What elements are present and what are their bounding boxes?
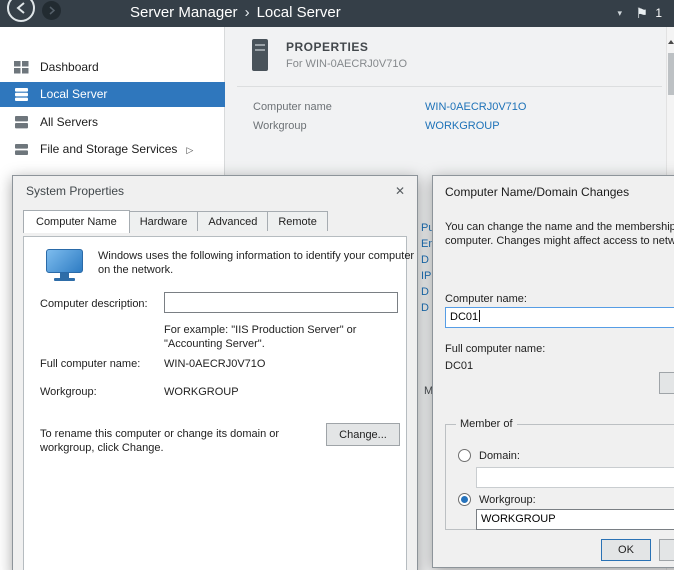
radio-selected-dot: [461, 496, 468, 503]
dialog-title: Computer Name/Domain Changes: [445, 185, 629, 199]
dialog-body-text: You can change the name and the membersh…: [445, 220, 674, 248]
notification-count[interactable]: 1: [655, 0, 662, 26]
full-computer-name-value: WIN-0AECRJ0V71O: [164, 357, 265, 371]
server-manager-window: Server Manager›Local Server ▾ ⚑ 1 Dashbo…: [0, 0, 674, 570]
sidebar-item-label: Dashboard: [40, 55, 99, 80]
sidebar-item-dashboard[interactable]: Dashboard: [0, 55, 225, 80]
divider: [237, 86, 662, 87]
sidebar-item-label: Local Server: [40, 82, 107, 107]
sidebar-item-label: File and Storage Services▷: [40, 137, 193, 163]
chevron-down-icon[interactable]: ▾: [617, 0, 622, 26]
workgroup-input[interactable]: WORKGROUP: [476, 509, 674, 530]
forward-arrow-icon: [48, 6, 55, 15]
expand-arrow-icon[interactable]: ▷: [186, 145, 193, 155]
domain-radio[interactable]: [458, 449, 471, 462]
breadcrumb-separator: ›: [238, 4, 257, 21]
tab-remote[interactable]: Remote: [267, 211, 328, 231]
workgroup-label: Workgroup:: [40, 385, 97, 399]
breadcrumb: Server Manager›Local Server: [130, 0, 341, 27]
forward-button[interactable]: [42, 1, 61, 20]
property-label: Computer name: [253, 101, 332, 113]
more-button-clipped[interactable]: [659, 372, 674, 394]
servers-stack-icon: [14, 116, 29, 129]
server-icon: [14, 88, 29, 101]
change-button[interactable]: Change...: [326, 423, 400, 446]
storage-icon: [14, 143, 29, 156]
computer-name-tab-page: Windows uses the following information t…: [23, 236, 407, 570]
workgroup-link[interactable]: WORKGROUP: [425, 120, 500, 132]
properties-subheading: For WIN-0AECRJ0V71O: [286, 58, 407, 70]
description-example-text: For example: "IIS Production Server" or …: [164, 323, 356, 351]
full-computer-name-value: DC01: [445, 359, 473, 373]
tab-computer-name[interactable]: Computer Name: [23, 210, 130, 233]
app-title[interactable]: Server Manager: [130, 4, 238, 21]
full-computer-name-label: Full computer name:: [445, 342, 545, 356]
workgroup-value: WORKGROUP: [164, 385, 239, 399]
domain-input[interactable]: [476, 467, 674, 488]
computer-name-link[interactable]: WIN-0AECRJ0V71O: [425, 101, 526, 113]
cancel-button-clipped[interactable]: [659, 539, 674, 561]
domain-changes-dialog: Computer Name/Domain Changes You can cha…: [432, 175, 674, 568]
computer-name-input[interactable]: DC01: [445, 307, 674, 328]
member-of-label: Member of: [456, 418, 517, 430]
page-title: Local Server: [257, 4, 341, 21]
sidebar-item-all-servers[interactable]: All Servers: [0, 110, 225, 135]
domain-radio-label: Domain:: [479, 449, 520, 463]
dashboard-icon: [14, 61, 29, 74]
computer-description-label: Computer description:: [40, 297, 148, 311]
ok-button[interactable]: OK: [601, 539, 651, 561]
properties-tile-icon: [252, 39, 268, 71]
sidebar-item-label: All Servers: [40, 110, 98, 135]
rename-hint-text: To rename this computer or change its do…: [40, 427, 279, 455]
title-bar: Server Manager›Local Server ▾ ⚑ 1: [0, 0, 674, 27]
workgroup-radio-label: Workgroup:: [479, 493, 536, 507]
full-computer-name-label: Full computer name:: [40, 357, 140, 371]
member-of-group: Member of Domain: Workgroup: WORKGROUP: [445, 424, 674, 530]
tab-hardware[interactable]: Hardware: [129, 211, 199, 231]
notification-flag-icon[interactable]: ⚑: [635, 0, 648, 26]
computer-description-input[interactable]: [164, 292, 398, 313]
back-arrow-icon: [16, 2, 26, 14]
intro-text: Windows uses the following information t…: [98, 249, 414, 277]
system-properties-dialog: System Properties ✕ Computer NameHardwar…: [12, 175, 418, 570]
tab-strip: Computer NameHardwareAdvancedRemote: [23, 210, 327, 233]
scrollbar-thumb[interactable]: [668, 53, 674, 95]
property-label: Workgroup: [253, 120, 307, 132]
sidebar-item-local-server[interactable]: Local Server: [0, 82, 225, 107]
workgroup-radio[interactable]: [458, 493, 471, 506]
text-caret: [479, 310, 480, 322]
computer-name-label: Computer name:: [445, 292, 527, 306]
tab-advanced[interactable]: Advanced: [197, 211, 268, 231]
close-icon[interactable]: ✕: [389, 181, 411, 201]
back-button[interactable]: [7, 0, 35, 22]
dialog-title: System Properties: [26, 184, 124, 198]
monitor-icon: [44, 249, 88, 285]
properties-heading: PROPERTIES: [286, 40, 368, 54]
scroll-up-icon[interactable]: [668, 40, 674, 44]
sidebar-item-file-storage[interactable]: File and Storage Services▷: [0, 137, 225, 162]
